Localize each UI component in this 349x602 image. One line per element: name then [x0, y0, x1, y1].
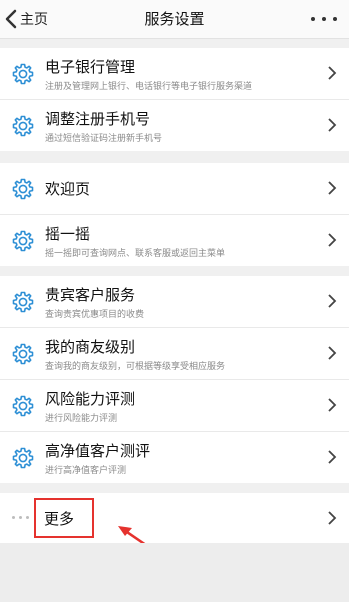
item-title: 摇一摇 [45, 225, 91, 243]
settings-group-1: 电子银行管理 注册及管理网上银行、电话银行等电子银行服务渠道 调整注册手机号 通… [0, 48, 349, 151]
chevron-right-icon [328, 66, 337, 80]
dot [19, 516, 22, 519]
dot [26, 516, 29, 519]
dot [12, 516, 15, 519]
gear-icon [12, 343, 34, 365]
item-title: 欢迎页 [45, 180, 91, 198]
chevron-right-icon [328, 346, 337, 360]
gear-icon [12, 178, 34, 200]
chevron-right-icon [328, 398, 337, 412]
settings-group-2: 欢迎页 摇一摇 摇一摇即可查询网点、联系客服或返回主菜单 [0, 163, 349, 266]
item-title: 电子银行管理 [45, 58, 136, 76]
gear-icon [12, 291, 34, 313]
list-item-vip-service[interactable]: 贵宾客户服务 查询贵宾优惠项目的收费 [0, 276, 349, 328]
gear-icon [12, 63, 34, 85]
item-subtitle: 进行风险能力评测 [45, 414, 118, 424]
more-menu-button[interactable] [311, 9, 337, 29]
item-subtitle: 通过短信验证码注册新手机号 [45, 134, 163, 144]
list-item-welcome-page[interactable]: 欢迎页 [0, 163, 349, 215]
item-subtitle: 进行高净值客户评测 [45, 466, 127, 476]
item-title: 风险能力评测 [45, 390, 136, 408]
chevron-right-icon [328, 118, 337, 132]
list-item-change-phone[interactable]: 调整注册手机号 通过短信验证码注册新手机号 [0, 100, 349, 151]
chevron-right-icon [328, 181, 337, 195]
blank-area [0, 543, 349, 602]
page-title: 服务设置 [144, 10, 205, 28]
dot [311, 17, 315, 21]
chevron-right-icon [328, 233, 337, 247]
list-item-shake[interactable]: 摇一摇 摇一摇即可查询网点、联系客服或返回主菜单 [0, 215, 349, 266]
dot [333, 17, 337, 21]
gear-icon [12, 447, 34, 469]
settings-group-3: 贵宾客户服务 查询贵宾优惠项目的收费 我的商友级别 查询我的商友级别，可根据等级… [0, 276, 349, 483]
item-title: 我的商友级别 [45, 338, 136, 356]
highlight-box [34, 498, 94, 538]
list-item-risk-assessment[interactable]: 风险能力评测 进行风险能力评测 [0, 380, 349, 432]
item-subtitle: 注册及管理网上银行、电话银行等电子银行服务渠道 [45, 82, 253, 92]
item-title: 调整注册手机号 [45, 110, 151, 128]
list-item-ebank-management[interactable]: 电子银行管理 注册及管理网上银行、电话银行等电子银行服务渠道 [0, 48, 349, 100]
dot [322, 17, 326, 21]
list-item-member-level[interactable]: 我的商友级别 查询我的商友级别，可根据等级享受相应服务 [0, 328, 349, 380]
item-subtitle: 查询我的商友级别，可根据等级享受相应服务 [45, 362, 226, 372]
item-title: 贵宾客户服务 [45, 286, 136, 304]
item-subtitle: 查询贵宾优惠项目的收费 [45, 310, 145, 320]
gear-icon [12, 115, 34, 137]
list-item-hnw-assessment[interactable]: 高净值客户测评 进行高净值客户评测 [0, 432, 349, 483]
ellipsis-icon [12, 516, 29, 519]
chevron-right-icon [328, 511, 337, 525]
gear-icon [12, 230, 34, 252]
chevron-right-icon [328, 294, 337, 308]
chevron-right-icon [328, 450, 337, 464]
item-subtitle: 摇一摇即可查询网点、联系客服或返回主菜单 [45, 249, 226, 259]
top-bar: 主页 服务设置 [0, 0, 349, 39]
gear-icon [12, 395, 34, 417]
item-title: 高净值客户测评 [45, 442, 151, 460]
